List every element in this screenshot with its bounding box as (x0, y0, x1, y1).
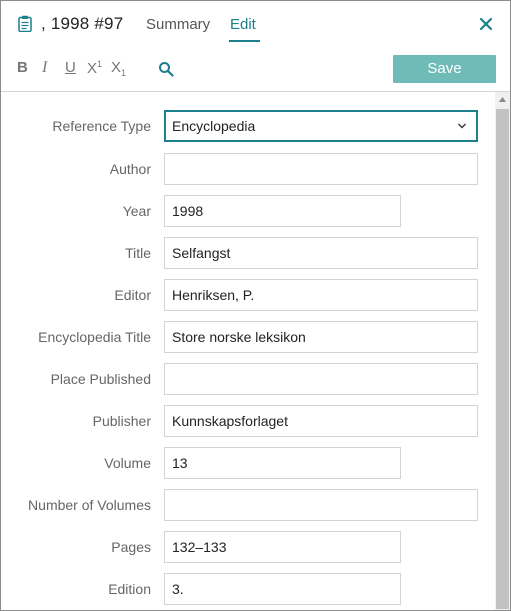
subscript-base: X (111, 59, 122, 76)
italic-button[interactable]: I (42, 59, 47, 77)
author-label: Author (109, 161, 151, 177)
clipboard-icon (18, 15, 32, 32)
edit-form: Reference Type Encyclopedia Author Year … (1, 92, 495, 610)
number-of-volumes-field[interactable] (164, 489, 478, 521)
number-of-volumes-label: Number of Volumes (28, 497, 151, 513)
editor-label: Editor (114, 287, 151, 303)
tab-edit[interactable]: Edit (230, 16, 256, 33)
superscript-base: X (87, 60, 98, 77)
place-published-field[interactable] (164, 363, 478, 395)
panel-header: , 1998 #97 Summary Edit (1, 1, 510, 45)
author-field[interactable] (164, 153, 478, 185)
form-row-publisher: Publisher Kunnskapsforlaget (1, 405, 495, 437)
save-button[interactable]: Save (393, 55, 496, 83)
format-toolbar: B I U X1 X1 Save (1, 45, 510, 91)
title-label: Title (125, 245, 151, 261)
scroll-up-arrow-icon[interactable] (498, 96, 507, 103)
close-icon[interactable] (477, 15, 495, 33)
form-row-place-published: Place Published (1, 363, 495, 395)
reference-editor-panel: , 1998 #97 Summary Edit B I U X1 X1 Save… (0, 0, 511, 611)
form-row-reference-type: Reference Type Encyclopedia (1, 110, 495, 142)
subscript-button[interactable]: X1 (111, 59, 126, 78)
form-row-pages: Pages 132–133 (1, 531, 495, 563)
vertical-scrollbar[interactable] (495, 92, 510, 610)
form-row-year: Year 1998 (1, 195, 495, 227)
pages-label: Pages (111, 539, 151, 555)
title-field[interactable]: Selfangst (164, 237, 478, 269)
publisher-label: Publisher (92, 413, 151, 429)
tab-summary[interactable]: Summary (146, 16, 210, 33)
year-field[interactable]: 1998 (164, 195, 401, 227)
form-row-title: Title Selfangst (1, 237, 495, 269)
place-published-label: Place Published (50, 371, 151, 387)
form-row-encyclopedia-title: Encyclopedia Title Store norske leksikon (1, 321, 495, 353)
subscript-mark: 1 (121, 68, 127, 78)
chevron-down-icon (458, 123, 466, 129)
scrollbar-thumb[interactable] (496, 109, 509, 609)
edition-label: Edition (108, 581, 151, 597)
form-row-edition: Edition 3. (1, 573, 495, 605)
search-icon[interactable] (158, 61, 174, 77)
volume-label: Volume (104, 455, 151, 471)
editor-field[interactable]: Henriksen, P. (164, 279, 478, 311)
reference-type-label: Reference Type (52, 118, 151, 134)
form-row-volume: Volume 13 (1, 447, 495, 479)
year-label: Year (122, 203, 151, 219)
reference-title: , 1998 #97 (41, 14, 124, 33)
underline-button[interactable]: U (65, 59, 76, 76)
edition-field[interactable]: 3. (164, 573, 401, 605)
superscript-button[interactable]: X1 (87, 59, 102, 77)
pages-field[interactable]: 132–133 (164, 531, 401, 563)
encyclopedia-title-field[interactable]: Store norske leksikon (164, 321, 478, 353)
reference-type-value: Encyclopedia (172, 118, 256, 134)
publisher-field[interactable]: Kunnskapsforlaget (164, 405, 478, 437)
active-tab-indicator (229, 40, 260, 42)
volume-field[interactable]: 13 (164, 447, 401, 479)
superscript-mark: 1 (97, 59, 103, 69)
form-row-author: Author (1, 153, 495, 185)
reference-type-select[interactable]: Encyclopedia (164, 110, 478, 142)
encyclopedia-title-label: Encyclopedia Title (38, 329, 151, 345)
form-row-number-of-volumes: Number of Volumes (1, 489, 495, 521)
bold-button[interactable]: B (17, 59, 28, 76)
form-row-editor: Editor Henriksen, P. (1, 279, 495, 311)
